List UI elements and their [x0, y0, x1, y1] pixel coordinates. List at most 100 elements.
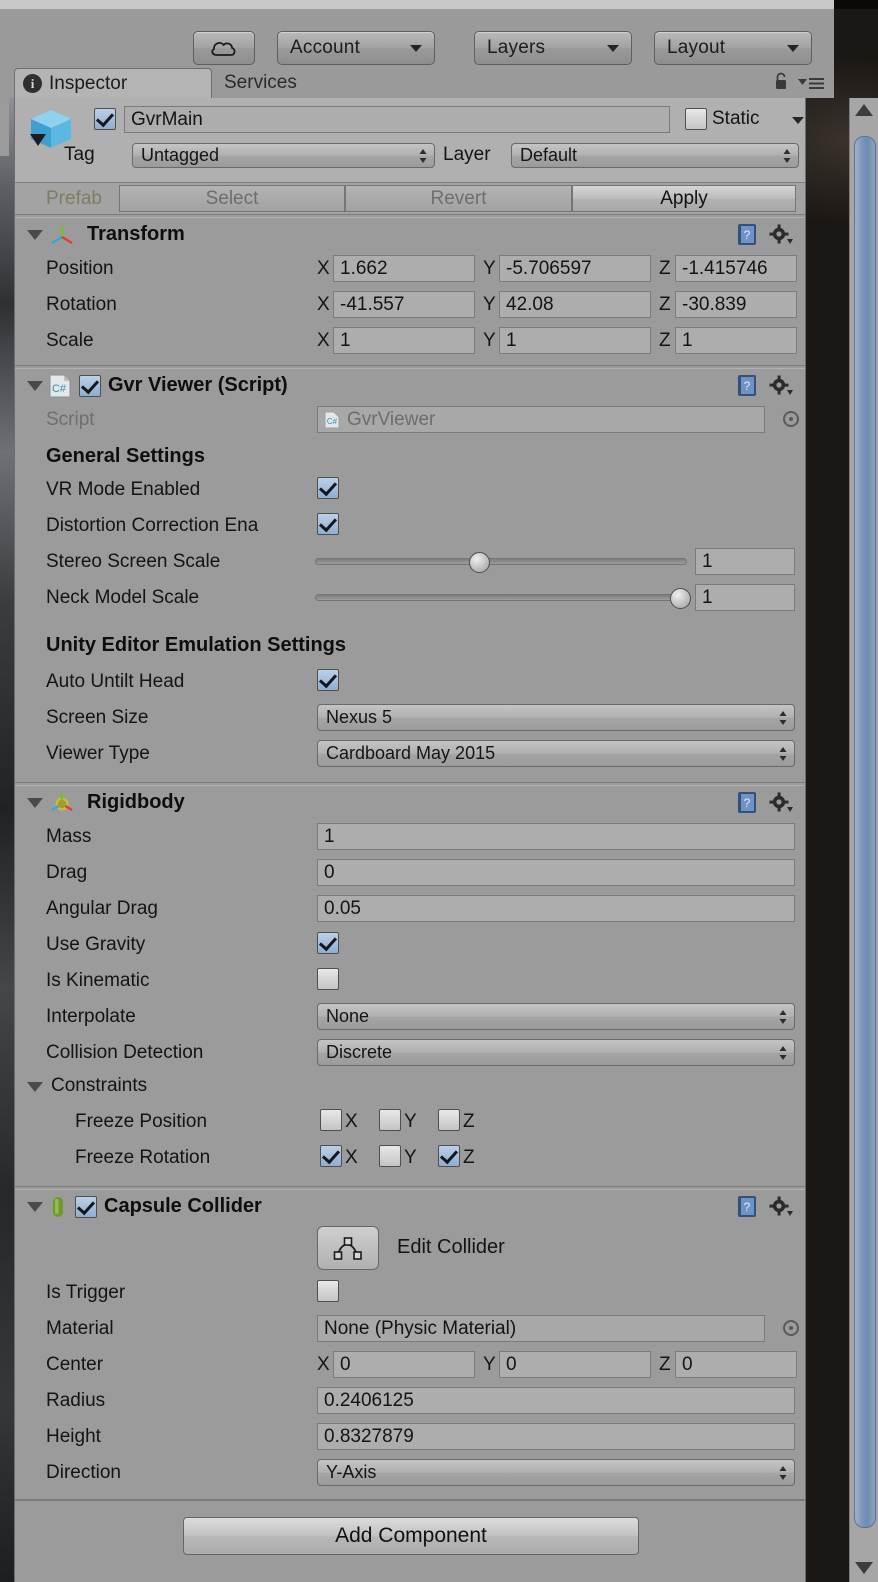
height-row: Height 0.8327879 — [15, 1419, 805, 1455]
constraints-foldout-row[interactable]: Constraints — [15, 1071, 805, 1104]
cloud-services-button[interactable] — [193, 31, 255, 65]
angular-drag-input[interactable]: 0.05 — [317, 895, 795, 922]
inspector-scrollbar[interactable] — [849, 98, 878, 1582]
gear-icon[interactable] — [769, 375, 793, 397]
layer-dropdown[interactable]: Default — [511, 143, 799, 168]
freeze-rotation-x-checkbox[interactable] — [320, 1145, 342, 1167]
tag-dropdown[interactable]: Untagged — [132, 143, 435, 168]
gameobject-enabled-checkbox[interactable] — [94, 108, 116, 130]
position-x-input[interactable]: 1.662 — [333, 255, 475, 282]
script-row: Script C# GvrViewer — [15, 402, 805, 438]
tab-inspector[interactable]: i Inspector — [14, 68, 212, 98]
freeze-rotation-z-checkbox[interactable] — [438, 1145, 460, 1167]
script-select-icon[interactable] — [783, 411, 799, 427]
static-checkbox[interactable] — [685, 108, 707, 130]
csharp-script-icon: C# — [49, 374, 71, 397]
center-y-input[interactable]: 0 — [499, 1351, 651, 1378]
freeze-position-y-checkbox[interactable] — [379, 1109, 401, 1131]
constraints-label: Constraints — [51, 1075, 148, 1096]
foldout-icon[interactable] — [27, 380, 43, 391]
tab-services[interactable]: Services — [218, 68, 348, 98]
script-object-field[interactable]: C# GvrViewer — [317, 406, 765, 433]
screen-size-dropdown[interactable]: Nexus 5 — [317, 704, 795, 731]
collision-detection-dropdown[interactable]: Discrete — [317, 1039, 795, 1066]
gear-icon[interactable] — [769, 1196, 793, 1218]
rotation-x-input[interactable]: -41.557 — [333, 291, 475, 318]
stereo-screen-scale-slider[interactable] — [315, 552, 687, 573]
mass-input[interactable]: 1 — [317, 823, 795, 850]
updown-arrows-icon — [779, 746, 787, 761]
capsule-collider-header[interactable]: Capsule Collider ? — [15, 1190, 805, 1223]
edit-collider-icon — [333, 1237, 362, 1260]
center-x-input[interactable]: 0 — [333, 1351, 475, 1378]
interpolate-dropdown[interactable]: None — [317, 1003, 795, 1030]
scroll-up-arrow-icon[interactable] — [855, 104, 873, 116]
prefab-revert-button[interactable]: Revert — [345, 185, 572, 212]
scale-y-input[interactable]: 1 — [499, 327, 651, 354]
help-book-icon[interactable]: ? — [736, 223, 759, 246]
scrollbar-thumb[interactable] — [854, 136, 876, 1528]
chevron-down-icon — [607, 45, 619, 52]
freeze-rotation-y-checkbox[interactable] — [379, 1145, 401, 1167]
layout-dropdown[interactable]: Layout — [654, 31, 812, 65]
radius-input[interactable]: 0.2406125 — [317, 1387, 795, 1414]
is-trigger-checkbox[interactable] — [317, 1280, 339, 1302]
gameobject-name-input[interactable]: GvrMain — [124, 106, 670, 133]
foldout-icon[interactable] — [27, 797, 43, 808]
foldout-icon[interactable] — [27, 1082, 43, 1092]
height-input[interactable]: 0.8327879 — [317, 1423, 795, 1450]
stereo-screen-scale-input[interactable]: 1 — [695, 548, 795, 575]
lock-icon[interactable] — [774, 72, 788, 90]
gvr-viewer-enabled-checkbox[interactable] — [79, 374, 101, 397]
axis-z-label: Z — [659, 1354, 671, 1375]
edit-collider-button[interactable] — [317, 1226, 379, 1270]
vr-mode-checkbox[interactable] — [317, 477, 339, 499]
rotation-y-input[interactable]: 42.08 — [499, 291, 651, 318]
viewer-type-dropdown[interactable]: Cardboard May 2015 — [317, 740, 795, 767]
layers-dropdown[interactable]: Layers — [474, 31, 632, 65]
help-book-icon[interactable]: ? — [736, 374, 759, 397]
static-dropdown-icon[interactable] — [792, 117, 804, 124]
scale-x-input[interactable]: 1 — [333, 327, 475, 354]
direction-value: Y-Axis — [326, 1462, 377, 1482]
drag-input[interactable]: 0 — [317, 859, 795, 886]
help-book-icon[interactable]: ? — [736, 791, 759, 814]
neck-model-scale-input[interactable]: 1 — [695, 584, 795, 611]
rigidbody-header[interactable]: Rigidbody ? — [15, 786, 805, 819]
is-kinematic-checkbox[interactable] — [317, 968, 339, 990]
hamburger-menu-icon[interactable] — [798, 77, 824, 90]
account-dropdown[interactable]: Account — [277, 31, 435, 65]
scale-z-input[interactable]: 1 — [675, 327, 797, 354]
layout-label: Layout — [667, 37, 726, 58]
neck-model-scale-slider[interactable] — [315, 588, 691, 609]
freeze-position-z-checkbox[interactable] — [438, 1109, 460, 1131]
auto-untilt-checkbox[interactable] — [317, 669, 339, 691]
position-z-input[interactable]: -1.415746 — [675, 255, 797, 282]
foldout-icon[interactable] — [27, 1201, 43, 1212]
material-select-icon[interactable] — [783, 1320, 799, 1336]
rotation-label: Rotation — [46, 294, 117, 315]
capsule-collider-enabled-checkbox[interactable] — [75, 1195, 97, 1218]
gear-icon[interactable] — [769, 792, 793, 814]
window-title-strip — [0, 0, 834, 9]
prefab-select-button[interactable]: Select — [119, 185, 345, 212]
slider-knob[interactable] — [469, 552, 490, 573]
prefab-apply-button[interactable]: Apply — [572, 185, 796, 212]
add-component-area: Add Component — [15, 1500, 805, 1567]
add-component-button[interactable]: Add Component — [183, 1517, 639, 1555]
slider-knob[interactable] — [670, 588, 691, 609]
use-gravity-checkbox[interactable] — [317, 932, 339, 954]
distortion-checkbox[interactable] — [317, 513, 339, 535]
freeze-position-x-checkbox[interactable] — [320, 1109, 342, 1131]
gear-icon[interactable] — [769, 224, 793, 246]
position-y-input[interactable]: -5.706597 — [499, 255, 651, 282]
direction-dropdown[interactable]: Y-Axis — [317, 1459, 795, 1486]
rotation-z-input[interactable]: -30.839 — [675, 291, 797, 318]
help-book-icon[interactable]: ? — [736, 1195, 759, 1218]
gvr-viewer-header[interactable]: C# Gvr Viewer (Script) ? — [15, 369, 805, 402]
material-object-field[interactable]: None (Physic Material) — [317, 1315, 765, 1342]
scroll-down-arrow-icon[interactable] — [855, 1562, 873, 1574]
center-z-input[interactable]: 0 — [675, 1351, 797, 1378]
foldout-icon[interactable] — [27, 229, 43, 240]
transform-header[interactable]: Transform ? — [15, 218, 805, 251]
